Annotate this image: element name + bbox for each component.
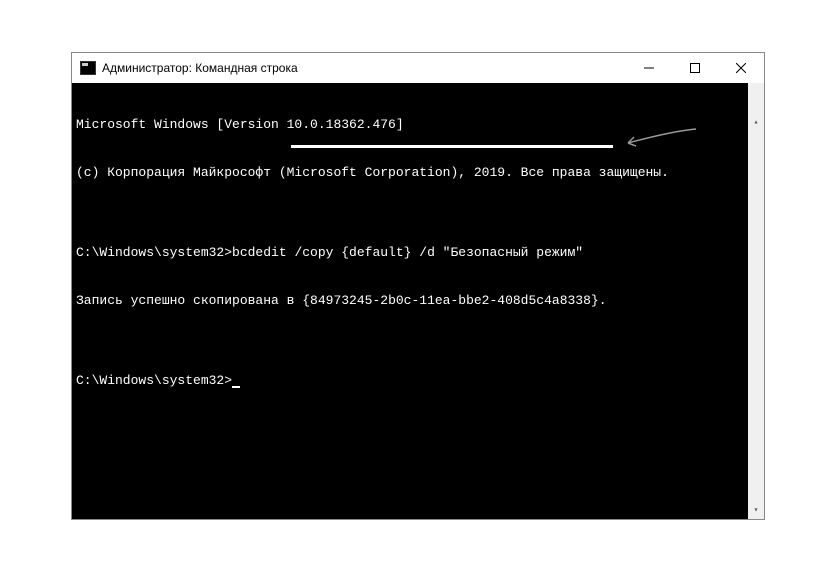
console-line: C:\Windows\system32>: [76, 373, 760, 389]
console-body[interactable]: Microsoft Windows [Version 10.0.18362.47…: [72, 83, 764, 519]
titlebar[interactable]: Администратор: Командная строка: [72, 53, 764, 83]
typed-command: bcdedit /copy {default} /d "Безопасный р…: [232, 245, 583, 260]
cmd-window: Администратор: Командная строка Microsof…: [71, 52, 765, 520]
maximize-button[interactable]: [672, 53, 718, 83]
close-button[interactable]: [718, 53, 764, 83]
console-line: C:\Windows\system32>bcdedit /copy {defau…: [76, 245, 760, 261]
scroll-up-button[interactable]: ▴: [748, 115, 764, 131]
console-line: Microsoft Windows [Version 10.0.18362.47…: [76, 117, 760, 133]
cmd-icon: [80, 61, 96, 75]
result-prefix: Запись успешно скопирована в: [76, 293, 302, 308]
scroll-down-button[interactable]: ▾: [748, 503, 764, 519]
prompt-path: C:\Windows\system32>: [76, 245, 232, 260]
result-guid: {84973245-2b0c-11ea-bbe2-408d5c4a8338}: [302, 293, 598, 308]
result-suffix: .: [599, 293, 607, 308]
minimize-button[interactable]: [626, 53, 672, 83]
console-line: Запись успешно скопирована в {84973245-2…: [76, 293, 760, 309]
vertical-scrollbar[interactable]: ▴ ▾: [748, 83, 764, 519]
annotation-arrow: [618, 127, 698, 167]
window-title: Администратор: Командная строка: [102, 61, 298, 75]
guid-underline-annotation: [291, 145, 613, 148]
console-line: (c) Корпорация Майкрософт (Microsoft Cor…: [76, 165, 760, 181]
scroll-track[interactable]: [748, 163, 764, 519]
prompt-path: C:\Windows\system32>: [76, 373, 232, 388]
text-cursor: [232, 374, 240, 388]
